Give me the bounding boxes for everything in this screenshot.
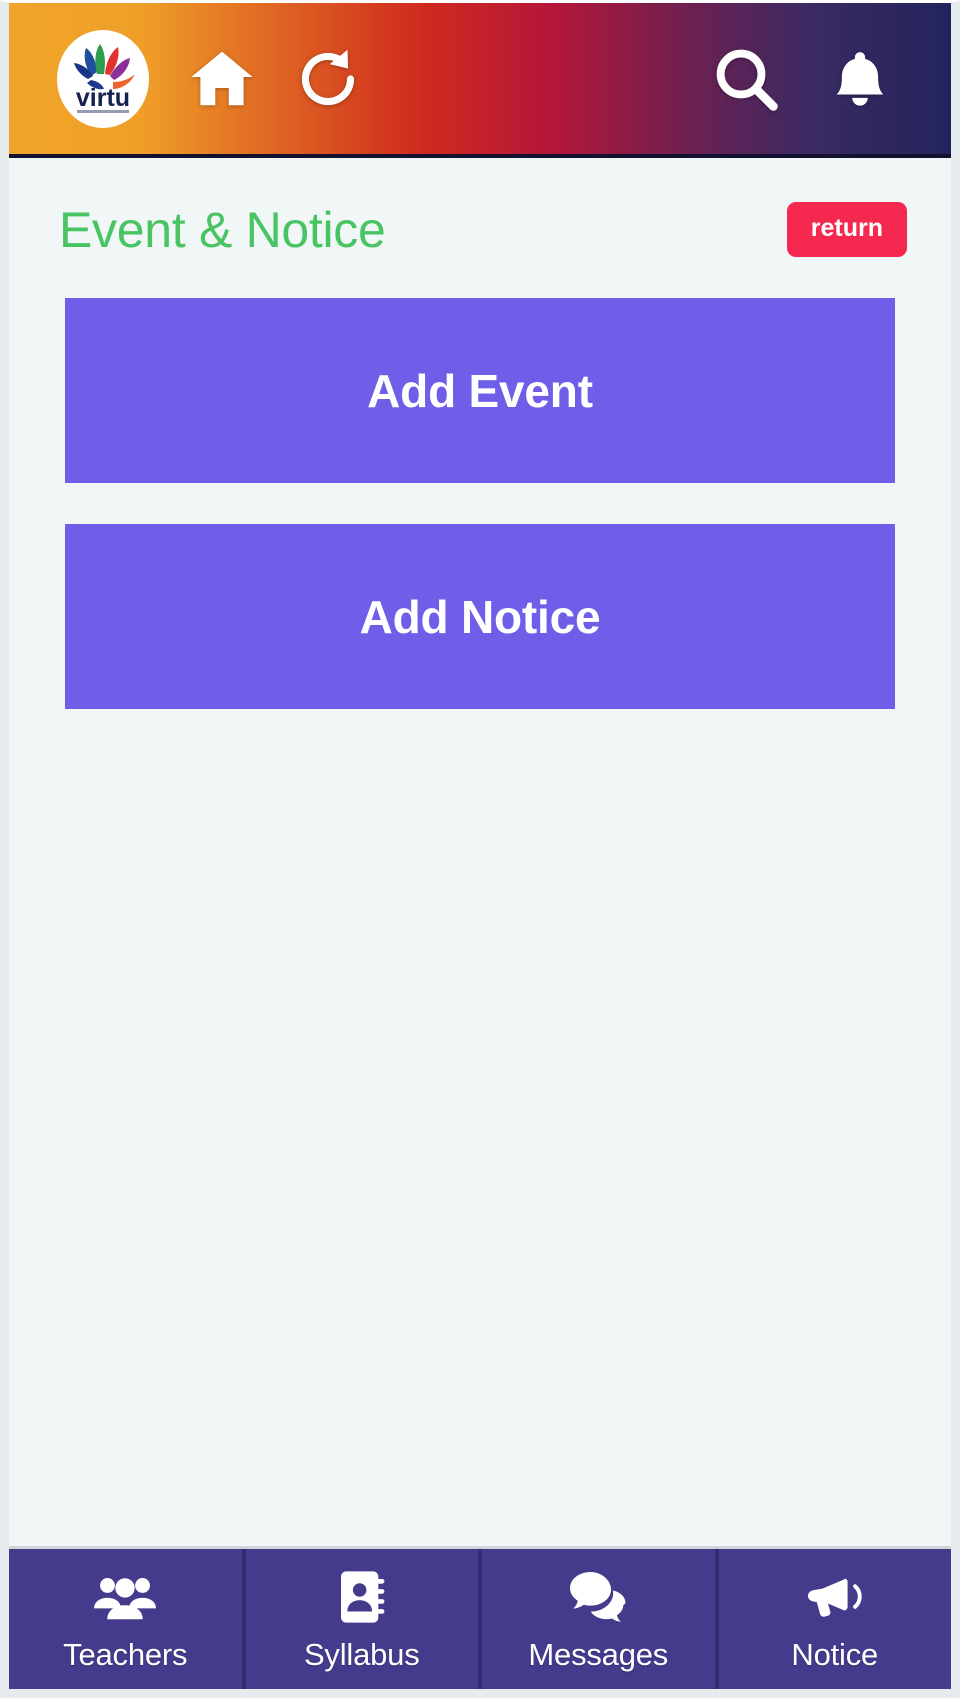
users-icon	[92, 1569, 158, 1625]
page-title: Event & Notice	[59, 201, 386, 258]
return-button[interactable]: return	[786, 202, 907, 257]
home-icon[interactable]	[185, 44, 259, 114]
logo-wordmark: virtu	[76, 84, 130, 112]
nav-label-teachers: Teachers	[63, 1636, 188, 1672]
nav-label-notice: Notice	[791, 1636, 879, 1672]
main-content: Event & Notice return Add Event Add Noti…	[9, 158, 951, 1432]
nav-item-teachers[interactable]: Teachers	[9, 1549, 242, 1689]
nav-label-syllabus: Syllabus	[303, 1636, 420, 1672]
page-header-row: Event & Notice return	[9, 158, 951, 257]
action-button-list: Add Event Add Notice	[9, 257, 951, 709]
search-icon[interactable]	[711, 43, 781, 115]
nav-item-syllabus[interactable]: Syllabus	[241, 1549, 478, 1689]
add-event-button[interactable]: Add Event	[65, 298, 895, 483]
app-window: virtu Event & Notice return Add Event Ad…	[0, 0, 960, 1698]
refresh-icon[interactable]	[295, 44, 361, 114]
app-header-left-group: virtu	[9, 29, 361, 128]
bullhorn-icon	[804, 1569, 866, 1625]
add-notice-button[interactable]: Add Notice	[65, 524, 895, 709]
nav-item-notice[interactable]: Notice	[714, 1549, 951, 1689]
comments-icon	[567, 1569, 629, 1625]
app-header-right-group	[711, 43, 951, 115]
virtu-logo[interactable]: virtu	[57, 29, 149, 128]
app-header: virtu	[9, 3, 951, 158]
nav-label-messages: Messages	[528, 1636, 669, 1672]
nav-item-messages[interactable]: Messages	[478, 1549, 715, 1689]
bottom-navigation: Teachers Syllabus Messages Notice	[9, 1546, 951, 1689]
bell-icon[interactable]	[829, 43, 891, 115]
address-book-icon	[336, 1569, 388, 1625]
